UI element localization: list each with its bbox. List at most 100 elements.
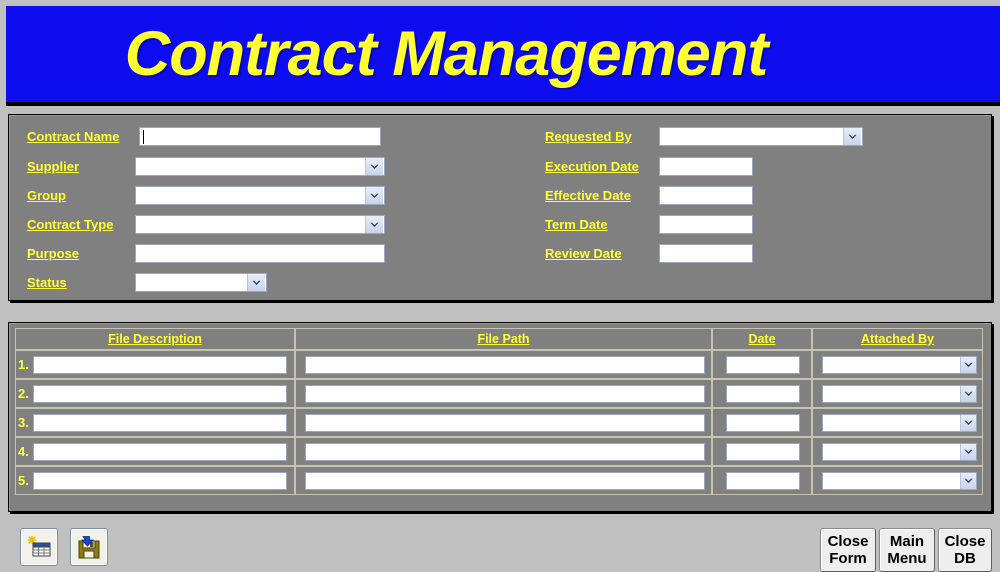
cell-file-description: 2. bbox=[15, 379, 295, 408]
date-input[interactable] bbox=[726, 356, 800, 374]
cell-date bbox=[712, 379, 812, 408]
row-number: 1. bbox=[18, 357, 29, 372]
cell-file-path bbox=[295, 466, 712, 495]
row-number: 5. bbox=[18, 473, 29, 488]
term-date-input[interactable] bbox=[659, 215, 753, 234]
group-select[interactable] bbox=[135, 186, 385, 205]
cell-date bbox=[712, 408, 812, 437]
table-header-row: File Description File Path Date Attached… bbox=[15, 328, 983, 350]
column-header-file-description: File Description bbox=[15, 328, 295, 350]
cell-file-path bbox=[295, 437, 712, 466]
main-menu-label-line2: Menu bbox=[887, 550, 927, 567]
chevron-down-icon[interactable] bbox=[960, 444, 976, 460]
new-record-button[interactable] bbox=[20, 528, 58, 566]
attached-by-select[interactable] bbox=[822, 414, 977, 432]
close-db-label-line2: DB bbox=[954, 550, 976, 567]
label-group: Group bbox=[27, 188, 66, 203]
label-status: Status bbox=[27, 275, 67, 290]
purpose-input[interactable] bbox=[135, 244, 385, 263]
date-input[interactable] bbox=[726, 443, 800, 461]
cell-file-description: 4. bbox=[15, 437, 295, 466]
chevron-down-icon[interactable] bbox=[365, 216, 383, 233]
attachments-table: File Description File Path Date Attached… bbox=[15, 328, 983, 504]
file-path-input[interactable] bbox=[305, 356, 705, 374]
label-execution-date: Execution Date bbox=[545, 159, 639, 174]
chevron-down-icon[interactable] bbox=[365, 158, 383, 175]
file-path-input[interactable] bbox=[305, 472, 705, 490]
cell-attached-by bbox=[812, 466, 983, 495]
chevron-down-icon[interactable] bbox=[960, 357, 976, 373]
attached-by-select[interactable] bbox=[822, 443, 977, 461]
cell-file-description: 3. bbox=[15, 408, 295, 437]
label-review-date: Review Date bbox=[545, 246, 622, 261]
contract-type-select[interactable] bbox=[135, 215, 385, 234]
cell-attached-by bbox=[812, 350, 983, 379]
table-row: 4. bbox=[15, 437, 983, 466]
save-record-button[interactable] bbox=[70, 528, 108, 566]
contract-name-input[interactable] bbox=[139, 127, 381, 146]
effective-date-input[interactable] bbox=[659, 186, 753, 205]
date-input[interactable] bbox=[726, 385, 800, 403]
close-form-button[interactable]: Close Form bbox=[820, 528, 876, 572]
new-record-icon bbox=[27, 535, 51, 557]
attached-by-select[interactable] bbox=[822, 472, 977, 490]
file-description-input[interactable] bbox=[33, 472, 287, 490]
cell-date bbox=[712, 466, 812, 495]
file-path-input[interactable] bbox=[305, 414, 705, 432]
attached-by-select[interactable] bbox=[822, 356, 977, 374]
label-effective-date: Effective Date bbox=[545, 188, 631, 203]
chevron-down-icon[interactable] bbox=[247, 274, 265, 291]
supplier-select[interactable] bbox=[135, 157, 385, 176]
review-date-input[interactable] bbox=[659, 244, 753, 263]
label-purpose: Purpose bbox=[27, 246, 80, 261]
close-form-label-line2: Form bbox=[829, 550, 867, 567]
row-number: 4. bbox=[18, 444, 29, 459]
chevron-down-icon[interactable] bbox=[365, 187, 383, 204]
close-form-label-line1: Close bbox=[827, 533, 869, 550]
column-header-date: Date bbox=[712, 328, 812, 350]
cell-file-path bbox=[295, 350, 712, 379]
contract-management-form: Contract Management Contract Name Suppli… bbox=[0, 0, 1000, 572]
cell-file-description: 1. bbox=[15, 350, 295, 379]
row-number: 2. bbox=[18, 386, 29, 401]
table-row: 3. bbox=[15, 408, 983, 437]
chevron-down-icon[interactable] bbox=[960, 415, 976, 431]
file-description-input[interactable] bbox=[33, 385, 287, 403]
app-banner: Contract Management bbox=[6, 6, 1000, 106]
file-path-input[interactable] bbox=[305, 385, 705, 403]
label-term-date: Term Date bbox=[545, 217, 608, 232]
chevron-down-icon[interactable] bbox=[843, 128, 861, 145]
date-input[interactable] bbox=[726, 472, 800, 490]
date-input[interactable] bbox=[726, 414, 800, 432]
chevron-down-icon[interactable] bbox=[960, 386, 976, 402]
label-supplier: Supplier bbox=[27, 159, 80, 174]
save-record-icon bbox=[78, 536, 100, 559]
row-number: 3. bbox=[18, 415, 29, 430]
cell-file-path bbox=[295, 408, 712, 437]
file-path-input[interactable] bbox=[305, 443, 705, 461]
status-select[interactable] bbox=[135, 273, 267, 292]
chevron-down-icon[interactable] bbox=[960, 473, 976, 489]
close-db-label-line1: Close bbox=[944, 533, 986, 550]
label-contract-type: Contract Type bbox=[27, 217, 114, 232]
cell-date bbox=[712, 350, 812, 379]
table-row: 1. bbox=[15, 350, 983, 379]
contract-details-panel: Contract Name Supplier Group Contract Ty bbox=[8, 114, 992, 301]
close-db-button[interactable]: Close DB bbox=[938, 528, 992, 572]
table-row: 5. bbox=[15, 466, 983, 495]
label-requested-by: Requested By bbox=[545, 129, 632, 144]
main-menu-label-line1: Main bbox=[889, 533, 925, 550]
cell-attached-by bbox=[812, 437, 983, 466]
attached-by-select[interactable] bbox=[822, 385, 977, 403]
file-description-input[interactable] bbox=[33, 443, 287, 461]
execution-date-input[interactable] bbox=[659, 157, 753, 176]
main-menu-button[interactable]: Main Menu bbox=[879, 528, 935, 572]
table-row: 2. bbox=[15, 379, 983, 408]
file-description-input[interactable] bbox=[33, 356, 287, 374]
attachments-panel: File Description File Path Date Attached… bbox=[8, 322, 992, 512]
file-description-input[interactable] bbox=[33, 414, 287, 432]
column-header-file-path: File Path bbox=[295, 328, 712, 350]
text-caret bbox=[143, 130, 144, 144]
requested-by-select[interactable] bbox=[659, 127, 863, 146]
cell-attached-by bbox=[812, 408, 983, 437]
